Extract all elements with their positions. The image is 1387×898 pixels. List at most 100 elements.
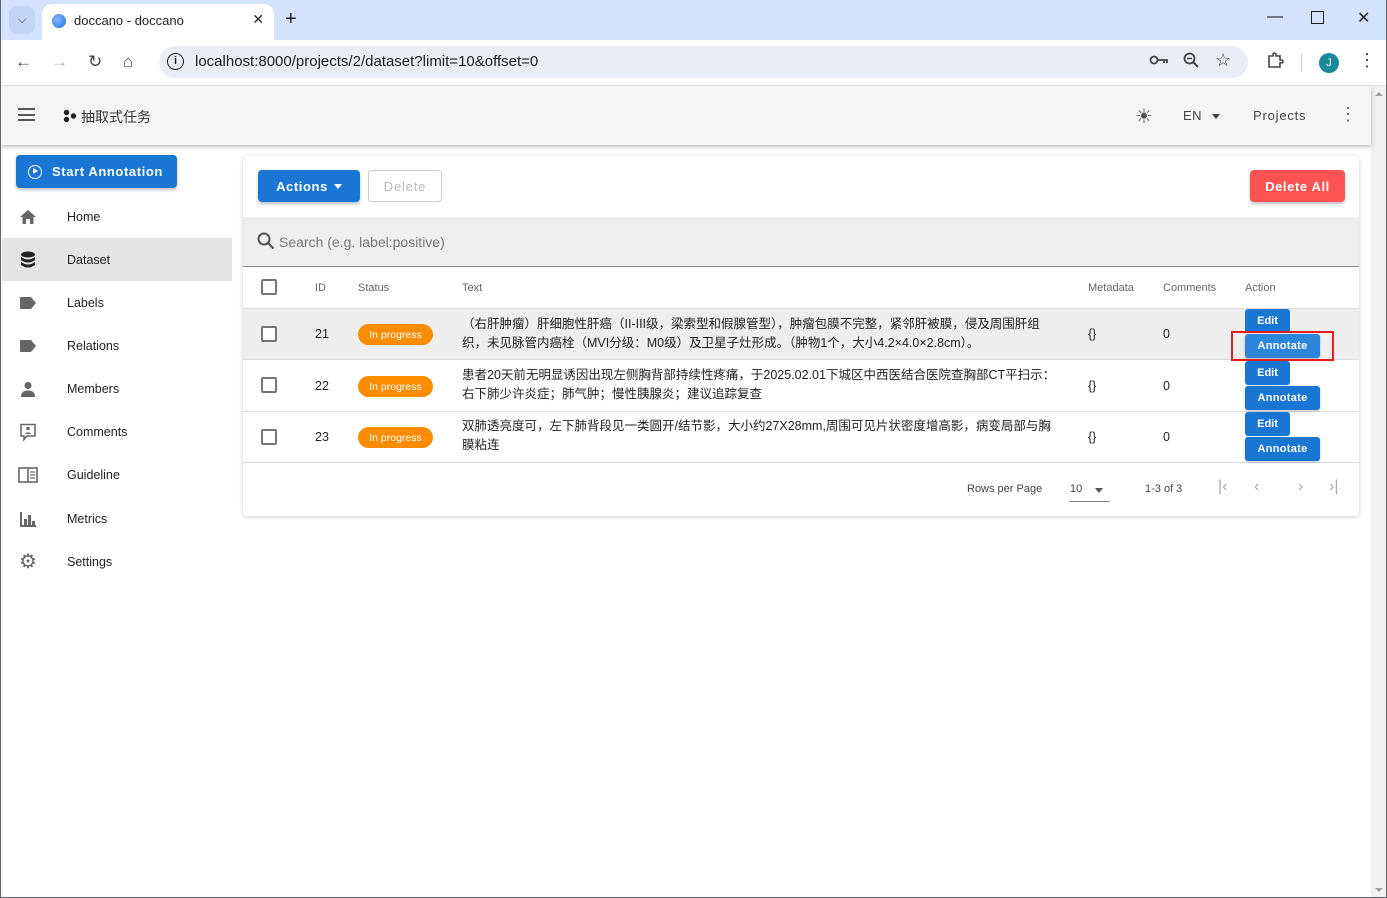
sidebar-item-relations[interactable]: Relations: [2, 324, 232, 367]
sidebar-item-metrics[interactable]: Metrics: [2, 497, 232, 540]
next-page-icon[interactable]: ›: [1298, 478, 1303, 496]
browser-tab[interactable]: doccano - doccano ✕: [42, 4, 274, 40]
sidebar-item-comments[interactable]: Comments: [2, 410, 232, 453]
sidebar-item-settings[interactable]: ⚙ Settings: [2, 540, 232, 583]
maximize-icon[interactable]: [1311, 11, 1324, 24]
table-row[interactable]: 23 In progress 双肺透亮度可，左下肺背段见一类圆开/结节影，大小约…: [243, 412, 1359, 463]
database-icon: [18, 250, 38, 270]
sidebar-item-label: Comments: [67, 424, 128, 439]
rows-per-page-select[interactable]: 10: [1070, 476, 1110, 502]
close-tab-icon[interactable]: ✕: [252, 11, 264, 28]
hamburger-menu-icon[interactable]: [18, 108, 35, 121]
browser-menu-icon[interactable]: ⋮: [1358, 50, 1376, 71]
status-badge: In progress: [358, 324, 433, 345]
language-selector[interactable]: EN: [1183, 108, 1221, 123]
table-row[interactable]: 22 In progress 患者20天前无明显诱因出现左侧胸背部持续性疼痛，于…: [243, 361, 1359, 412]
row-text: 患者20天前无明显诱因出现左侧胸背部持续性疼痛，于2025.02.01下城区中西…: [462, 368, 1056, 401]
delete-button[interactable]: Delete: [368, 170, 442, 202]
row-checkbox[interactable]: [261, 429, 277, 445]
page-scrollbar[interactable]: [1371, 86, 1386, 897]
account-icon: [18, 379, 38, 399]
row-checkbox[interactable]: [261, 326, 277, 342]
rows-per-page-value: 10: [1070, 483, 1083, 495]
table-footer: Rows per Page 10 1-3 of 3 |‹ ‹ › ›|: [243, 464, 1359, 516]
key-icon[interactable]: [1149, 52, 1169, 73]
theme-toggle-icon[interactable]: ☀: [1135, 104, 1153, 129]
row-checkbox[interactable]: [261, 377, 277, 393]
caret-down-icon: [333, 183, 342, 189]
tab-search-button[interactable]: ⌵: [9, 6, 35, 34]
edit-button[interactable]: Edit: [1245, 361, 1290, 385]
header-id[interactable]: ID: [315, 282, 326, 294]
sidebar-item-labels[interactable]: Labels: [2, 281, 232, 324]
caret-down-icon: [1212, 114, 1221, 120]
first-page-icon[interactable]: |‹: [1218, 478, 1227, 496]
label-icon: [18, 336, 38, 356]
dataset-card: Actions Delete Delete All ID Status Text…: [243, 156, 1359, 516]
book-icon: [18, 465, 38, 485]
header-comments[interactable]: Comments: [1163, 282, 1216, 294]
url-text[interactable]: localhost:8000/projects/2/dataset?limit=…: [195, 53, 538, 70]
annotate-button[interactable]: Annotate: [1245, 334, 1320, 358]
new-tab-icon[interactable]: +: [285, 8, 297, 31]
zoom-icon[interactable]: [1183, 52, 1199, 73]
row-comments: 0: [1163, 430, 1170, 444]
sidebar-item-label: Relations: [67, 338, 120, 353]
more-vert-icon[interactable]: ⋮: [1339, 104, 1357, 125]
project-title[interactable]: 抽取式任务: [63, 107, 151, 127]
start-annotation-button[interactable]: Start Annotation: [16, 155, 177, 188]
sidebar-item-home[interactable]: Home: [2, 195, 232, 238]
table-row[interactable]: 21 In progress （右肝肿瘤）肝细胞性肝癌（II-III级，梁索型和…: [243, 309, 1359, 361]
select-all-checkbox[interactable]: [261, 279, 277, 295]
last-page-icon[interactable]: ›|: [1329, 478, 1338, 496]
back-icon[interactable]: ←: [15, 52, 32, 72]
cog-icon: ⚙: [19, 551, 37, 573]
extensions-icon[interactable]: [1266, 52, 1284, 75]
profile-avatar[interactable]: J: [1319, 53, 1339, 73]
search-input[interactable]: [279, 229, 1179, 255]
play-circle-icon: [28, 164, 42, 179]
header-action: Action: [1245, 282, 1276, 294]
home-icon: [18, 207, 38, 227]
annotate-button[interactable]: Annotate: [1245, 437, 1320, 461]
forward-icon[interactable]: →: [51, 52, 68, 72]
row-metadata: {}: [1088, 430, 1097, 444]
reload-icon[interactable]: ↻: [88, 52, 102, 72]
row-id: 21: [315, 327, 329, 341]
scroll-down-icon[interactable]: [1375, 888, 1383, 892]
actions-button[interactable]: Actions: [258, 170, 360, 202]
edit-button[interactable]: Edit: [1245, 412, 1290, 436]
home-icon[interactable]: ⌂: [123, 52, 133, 72]
sidebar-item-dataset[interactable]: Dataset: [2, 238, 232, 281]
sidebar-item-label: Members: [67, 381, 120, 396]
browser-window: ⌵ doccano - doccano ✕ + — ✕ ← → ↻ ⌂ i lo…: [0, 0, 1387, 898]
previous-page-icon[interactable]: ‹: [1254, 478, 1259, 496]
edit-button[interactable]: Edit: [1245, 309, 1290, 333]
annotate-button[interactable]: Annotate: [1245, 386, 1320, 410]
projects-button[interactable]: Projects: [1253, 108, 1306, 123]
page-range: 1-3 of 3: [1145, 483, 1183, 495]
header-status[interactable]: Status: [358, 282, 389, 294]
row-id: 22: [315, 379, 329, 393]
sidebar-item-guideline[interactable]: Guideline: [2, 453, 232, 496]
header-metadata[interactable]: Metadata: [1088, 282, 1134, 294]
actions-label: Actions: [276, 178, 328, 194]
sidebar-item-label: Home: [67, 209, 101, 224]
row-metadata: {}: [1088, 379, 1097, 393]
sidebar-item-members[interactable]: Members: [2, 367, 232, 410]
start-annotation-label: Start Annotation: [52, 164, 163, 179]
row-id: 23: [315, 430, 329, 444]
chart-bar-icon: [18, 509, 38, 529]
bookmark-star-icon[interactable]: ☆: [1215, 50, 1231, 71]
search-bar: [243, 217, 1359, 267]
app-bar: 抽取式任务 ☀ EN Projects ⋮: [1, 86, 1371, 145]
delete-all-button[interactable]: Delete All: [1250, 170, 1345, 202]
chevron-down-icon: ⌵: [17, 13, 27, 26]
header-text[interactable]: Text: [462, 282, 482, 294]
address-bar[interactable]: i localhost:8000/projects/2/dataset?limi…: [159, 46, 1248, 78]
minimize-icon[interactable]: —: [1267, 8, 1283, 26]
site-info-icon[interactable]: i: [167, 53, 184, 70]
window-close-icon[interactable]: ✕: [1357, 8, 1370, 28]
tab-title: doccano - doccano: [74, 13, 184, 28]
scroll-up-icon[interactable]: [1375, 92, 1383, 96]
